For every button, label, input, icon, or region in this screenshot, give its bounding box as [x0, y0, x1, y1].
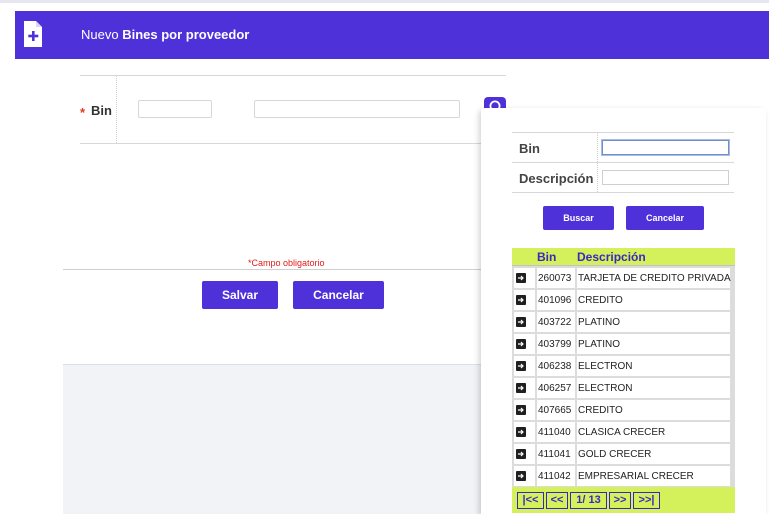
- form-separator: [116, 76, 117, 143]
- select-arrow-icon[interactable]: [516, 471, 526, 481]
- filter-bin-label: Bin: [519, 141, 540, 156]
- cell-separator: [575, 334, 577, 354]
- cell-separator: [575, 422, 577, 442]
- cell-separator: [575, 356, 577, 376]
- select-arrow-icon[interactable]: [516, 383, 526, 393]
- cell-separator: [535, 422, 537, 442]
- table-row[interactable]: 411040 CLASICA CRECER: [514, 422, 730, 442]
- grid-pager: |<< << 1/ 13 >> >>|: [512, 487, 735, 513]
- cell-description: ELECTRON: [578, 361, 633, 372]
- cell-separator: [535, 268, 537, 288]
- select-arrow-icon[interactable]: [516, 273, 526, 283]
- grid-header: Bin Descripción: [512, 248, 735, 266]
- footer-area: [63, 364, 481, 514]
- cell-separator: [535, 444, 537, 464]
- table-row[interactable]: 406238 ELECTRON: [514, 356, 730, 376]
- cell-separator: [535, 378, 537, 398]
- pager-last-button[interactable]: >>|: [633, 492, 660, 509]
- cell-bin: 407665: [538, 405, 572, 416]
- page-title-main: Bines por proveedor: [122, 27, 250, 42]
- select-arrow-icon[interactable]: [516, 449, 526, 459]
- cell-separator: [535, 334, 537, 354]
- cell-bin: 411041: [538, 449, 571, 460]
- cell-bin: 403722: [538, 317, 572, 328]
- table-row[interactable]: 403799 PLATINO: [514, 334, 730, 354]
- cell-separator: [535, 290, 537, 310]
- results-grid: Bin Descripción 260073 TARJETA DE CREDIT…: [512, 248, 735, 513]
- popup-search-button[interactable]: Buscar: [543, 206, 614, 230]
- cell-description: ELECTRON: [578, 383, 633, 394]
- cell-separator: [575, 444, 577, 464]
- filter-bin-input[interactable]: [602, 140, 729, 155]
- save-button[interactable]: Salvar: [202, 281, 278, 309]
- cell-bin: 401096: [538, 295, 572, 306]
- cell-bin: 411040: [538, 427, 571, 438]
- cell-description: CREDITO: [578, 405, 623, 416]
- cancel-button[interactable]: Cancelar: [293, 281, 384, 309]
- cell-separator: [575, 378, 577, 398]
- bin-code-input[interactable]: [138, 100, 212, 118]
- bin-label: Bin: [91, 103, 112, 118]
- table-row[interactable]: 260073 TARJETA DE CREDITO PRIVADA: [514, 268, 731, 288]
- select-arrow-icon[interactable]: [516, 361, 526, 371]
- popup-cancel-button[interactable]: Cancelar: [626, 206, 704, 230]
- pager-prev-button[interactable]: <<: [546, 492, 568, 509]
- bin-description-input[interactable]: [254, 100, 460, 118]
- form-divider: [63, 269, 481, 270]
- column-header-description: Descripción: [577, 250, 646, 264]
- cell-description: CLASICA CRECER: [578, 427, 666, 438]
- table-row[interactable]: 407665 CREDITO: [514, 400, 730, 420]
- cell-bin: 406257: [538, 383, 572, 394]
- cell-description: EMPRESARIAL CRECER: [578, 471, 694, 482]
- cell-separator: [575, 466, 577, 486]
- select-arrow-icon[interactable]: [516, 427, 526, 437]
- cell-description: PLATINO: [578, 339, 621, 350]
- cell-bin: 406238: [538, 361, 572, 372]
- page-title: Nuevo Bines por proveedor: [81, 27, 249, 42]
- required-field-note: *Campo obligatorio: [248, 258, 325, 268]
- filter-description-label: Descripción: [519, 171, 594, 186]
- bin-form: * Bin: [80, 75, 506, 144]
- cell-separator: [575, 400, 577, 420]
- pager-next-button[interactable]: >>: [609, 492, 631, 509]
- cell-separator: [575, 268, 577, 288]
- select-arrow-icon[interactable]: [516, 339, 526, 349]
- page-title-prefix: Nuevo: [81, 27, 119, 42]
- filter-row-bin: Bin: [512, 133, 734, 163]
- cell-description: PLATINO: [578, 317, 621, 328]
- cell-separator: [535, 466, 537, 486]
- bin-lookup-popup: Bin Descripción Buscar Cancelar Bin Desc…: [481, 108, 766, 514]
- cell-bin: 260073: [538, 273, 572, 284]
- cell-bin: 403799: [538, 339, 572, 350]
- filter-row-description: Descripción: [512, 163, 734, 193]
- cell-separator: [535, 356, 537, 376]
- select-arrow-icon[interactable]: [516, 295, 526, 305]
- pager-first-button[interactable]: |<<: [517, 492, 544, 509]
- pager-page-indicator: 1/ 13: [570, 492, 607, 509]
- table-row[interactable]: 401096 CREDITO: [514, 290, 730, 310]
- column-header-bin: Bin: [537, 250, 557, 264]
- filter-separator: [597, 163, 598, 192]
- page-header: Nuevo Bines por proveedor: [15, 11, 769, 59]
- cell-description: TARJETA DE CREDITO PRIVADA: [578, 273, 731, 284]
- table-row[interactable]: 406257 ELECTRON: [514, 378, 730, 398]
- table-row[interactable]: 411042 EMPRESARIAL CRECER: [514, 466, 730, 486]
- file-add-icon: [22, 19, 44, 49]
- cell-bin: 411042: [538, 471, 571, 482]
- select-arrow-icon[interactable]: [516, 317, 526, 327]
- cell-separator: [535, 400, 537, 420]
- cell-separator: [535, 312, 537, 332]
- select-arrow-icon[interactable]: [516, 405, 526, 415]
- table-row[interactable]: 403722 PLATINO: [514, 312, 730, 332]
- table-row[interactable]: 411041 GOLD CRECER: [514, 444, 730, 464]
- cell-separator: [575, 290, 577, 310]
- cell-separator: [575, 312, 577, 332]
- top-border: [0, 0, 769, 3]
- popup-filter-table: Bin Descripción: [512, 132, 734, 193]
- cell-description: GOLD CRECER: [578, 449, 652, 460]
- filter-separator: [597, 133, 598, 162]
- required-marker: *: [80, 105, 86, 120]
- filter-description-input[interactable]: [602, 170, 729, 185]
- cell-description: CREDITO: [578, 295, 623, 306]
